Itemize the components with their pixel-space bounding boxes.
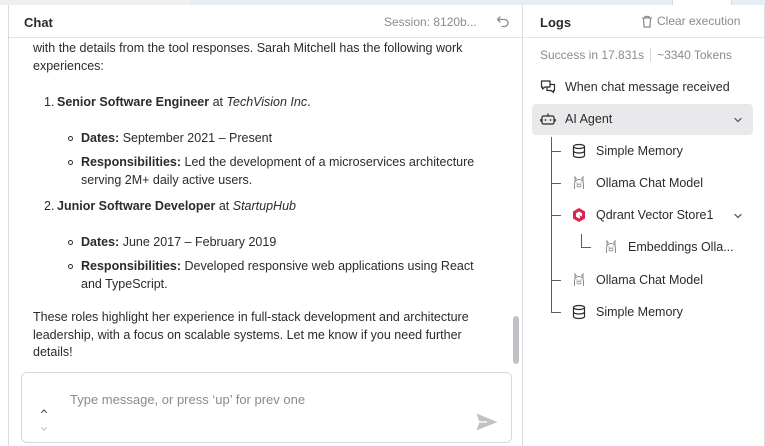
tree-branch (551, 312, 561, 313)
undo-icon[interactable] (496, 14, 510, 28)
stats-divider (650, 48, 652, 62)
job-item-2: 2. Junior Software Developer at StartupH… (33, 198, 491, 216)
clear-execution-button[interactable]: Clear execution (641, 14, 740, 28)
dates-label: Dates: (81, 130, 120, 145)
agent-node-content: AI Agent (540, 107, 612, 131)
chat-title: Chat (24, 15, 53, 30)
dates-value: June 2017 – February 2019 (119, 234, 277, 249)
logs-header: Logs Clear execution (524, 5, 764, 38)
ollama-llama-icon (571, 175, 587, 191)
chat-composer (21, 372, 512, 443)
responsibilities-label: Responsibilities: (81, 259, 182, 273)
chevron-down-icon[interactable] (732, 114, 744, 126)
chat-scrollbar-thumb[interactable] (513, 316, 519, 364)
bullet (68, 264, 73, 269)
job-title: Junior Software Developer (57, 199, 216, 213)
tree-connector (551, 137, 552, 313)
log-node-simple-memory[interactable]: Simple Memory (571, 139, 683, 163)
job-2-dates: Dates: June 2017 – February 2019 (33, 234, 491, 252)
tree-branch (551, 151, 561, 152)
trash-icon (642, 15, 652, 28)
bullet (68, 135, 73, 141)
job-item-1: 1. Senior Software Engineer at TechVisio… (33, 94, 491, 112)
session-id[interactable]: Session: 8120b... (384, 15, 477, 29)
clear-execution-label: Clear execution (657, 14, 741, 28)
job-at: at (209, 95, 227, 109)
node-label: Embeddings Olla... (628, 240, 734, 254)
dates-label: Dates: (81, 234, 120, 249)
tree-connector (581, 234, 582, 248)
qdrant-icon (571, 207, 587, 223)
token-count: ~3340 Tokens (657, 48, 732, 62)
ollama-llama-icon (571, 272, 587, 288)
ollama-llama-icon (603, 239, 619, 255)
chat-input[interactable] (70, 390, 450, 408)
job-company: TechVision Inc (226, 95, 308, 109)
log-node-qdrant-vector-store[interactable]: Qdrant Vector Store1 (571, 203, 713, 227)
chat-header: Chat Session: 8120b... (9, 5, 523, 38)
job-2-responsibilities: Responsibilities: Developed responsive w… (33, 258, 491, 293)
assistant-message: with the details from the tool responses… (33, 39, 491, 362)
logs-title: Logs (540, 15, 572, 30)
tree-branch (551, 183, 561, 184)
log-node-trigger[interactable]: When chat message received (540, 75, 730, 99)
node-label: AI Agent (565, 112, 613, 126)
chat-panel: Chat Session: 8120b... with the details … (8, 5, 523, 446)
job-1-dates: Dates: September 2021 – Present (33, 130, 491, 148)
bullet (68, 160, 73, 165)
tree-branch (581, 247, 591, 248)
log-node-agent[interactable]: AI Agent (532, 104, 753, 135)
log-node-ollama-chat-model[interactable]: Ollama Chat Model (571, 268, 703, 292)
message-list[interactable]: with the details from the tool responses… (9, 39, 523, 369)
log-node-ollama-chat-model[interactable]: Ollama Chat Model (571, 171, 703, 195)
database-icon (571, 304, 587, 320)
node-label: Ollama Chat Model (596, 273, 703, 287)
list-number: 1. (44, 95, 55, 109)
bullet (68, 239, 73, 245)
job-1-responsibilities: Responsibilities: Led the development of… (33, 154, 491, 189)
responsibilities-label: Responsibilities: (81, 155, 182, 169)
execution-stats: Success in 17.831s ~3340 Tokens (540, 48, 732, 62)
job-suffix: . (307, 95, 311, 109)
chevron-down-icon[interactable] (732, 210, 744, 222)
node-label: Simple Memory (596, 144, 683, 158)
node-label: Qdrant Vector Store1 (596, 208, 714, 222)
history-down-icon[interactable] (39, 425, 49, 433)
node-label: When chat message received (565, 80, 730, 94)
node-label: Ollama Chat Model (596, 176, 703, 190)
message-outro: These roles highlight her experience in … (33, 310, 469, 359)
job-company: StartupHub (232, 199, 296, 213)
success-time: Success in 17.831s (540, 48, 645, 62)
log-node-embeddings-ollama[interactable]: Embeddings Olla... (603, 235, 734, 259)
list-number: 2. (44, 199, 55, 213)
history-up-icon[interactable] (39, 407, 49, 415)
robot-icon (540, 111, 556, 127)
logs-panel: Logs Clear execution Success in 17.831s … (524, 5, 765, 446)
tree-branch (551, 215, 561, 216)
send-icon[interactable] (475, 412, 499, 432)
tree-branch (551, 280, 561, 281)
node-label: Simple Memory (596, 305, 683, 319)
chat-bubbles-icon (540, 79, 556, 95)
message-intro: with the details from the tool responses… (33, 41, 463, 73)
job-at: at (215, 199, 233, 213)
job-title: Senior Software Engineer (57, 95, 210, 109)
log-node-simple-memory[interactable]: Simple Memory (571, 300, 683, 324)
dates-value: September 2021 – Present (119, 130, 273, 145)
database-icon (571, 143, 587, 159)
